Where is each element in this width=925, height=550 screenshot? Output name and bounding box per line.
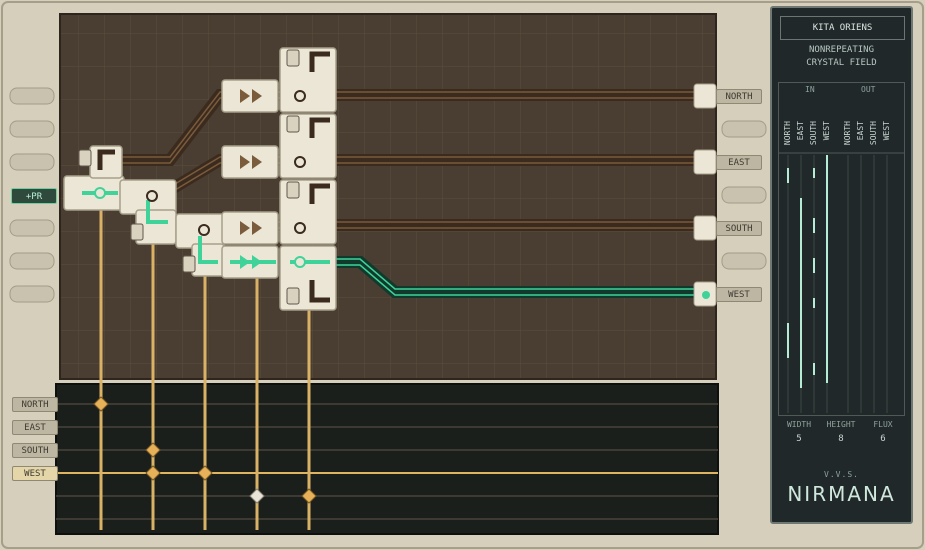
brand-prefix: V.V.S.: [824, 470, 859, 479]
height-value: 8: [838, 434, 844, 444]
output-west: WEST: [716, 287, 762, 302]
width-label: WIDTH: [786, 420, 812, 429]
bus-input-west: WEST: [12, 466, 58, 481]
pr-button[interactable]: +PR: [11, 188, 57, 204]
bus-input-south: SOUTH: [12, 443, 58, 458]
game-frame: NORTH EAST SOUTH WEST NORTH EAST SOUTH W…: [0, 0, 925, 550]
waveform-traces: [779, 152, 904, 413]
height-label: HEIGHT: [826, 420, 856, 429]
signal-bus: [55, 383, 719, 535]
flux-value: 6: [880, 434, 886, 444]
waveform-display: IN OUT NORTH EAST SOUTH WEST NORTH EAST …: [778, 82, 905, 416]
subtitle-line-1: NONREPEATING: [808, 45, 875, 55]
output-east: EAST: [716, 155, 762, 170]
info-panel: KITA ORIENS NONREPEATING CRYSTAL FIELD I…: [770, 6, 913, 524]
game-logo: NIRMANA: [787, 482, 896, 506]
stats-bar: WIDTH HEIGHT FLUX 5 8 6: [778, 420, 905, 448]
puzzle-title: KITA ORIENS: [780, 16, 905, 40]
puzzle-subtitle: NONREPEATING CRYSTAL FIELD: [778, 44, 905, 70]
output-north: NORTH: [716, 89, 762, 104]
bus-input-north: NORTH: [12, 397, 58, 412]
flux-label: FLUX: [873, 420, 893, 429]
subtitle-line-2: CRYSTAL FIELD: [806, 58, 877, 68]
output-south: SOUTH: [716, 221, 762, 236]
width-value: 5: [796, 434, 802, 444]
bus-input-east: EAST: [12, 420, 58, 435]
